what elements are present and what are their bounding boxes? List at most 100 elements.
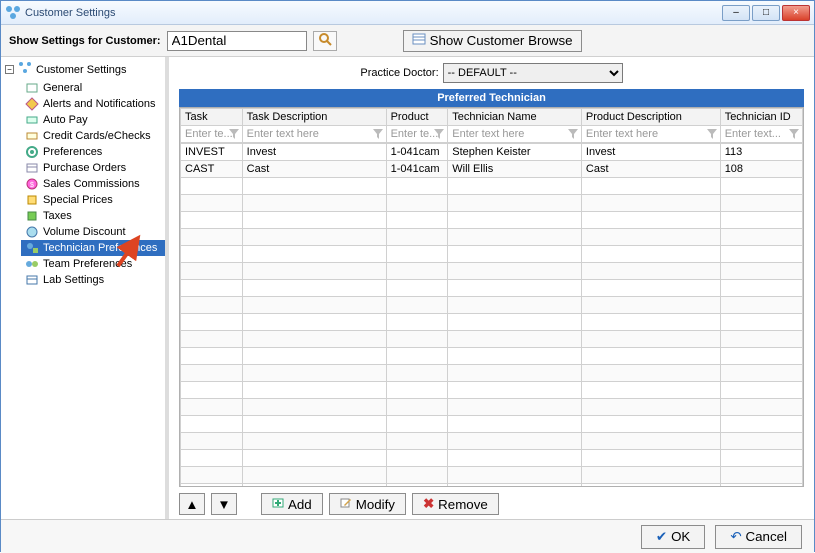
sidebar-item-icon [25,225,39,239]
column-header[interactable]: Task Description [242,109,386,126]
grid-button-row: ▲ ▼ Add Modify ✖ Remove [179,493,804,515]
sidebar-item-label: Credit Cards/eChecks [43,130,151,142]
sidebar-item-label: Taxes [43,210,72,222]
filter-icon[interactable] [706,128,718,140]
grid-header: TaskTask DescriptionProductTechnician Na… [180,108,803,143]
sidebar-item-icon [25,273,39,287]
sidebar-item-label: Technician Preferences [43,242,157,254]
table-cell: 108 [720,161,802,178]
svg-text:$: $ [30,182,34,189]
modify-label: Modify [356,497,395,512]
sidebar-item-volume-discount[interactable]: Volume Discount [21,224,165,240]
browse-label: Show Customer Browse [430,33,573,48]
modify-button[interactable]: Modify [329,493,406,515]
sidebar-item-special-prices[interactable]: Special Prices [21,192,165,208]
filter-placeholder: Enter te... [185,128,233,140]
table-cell: Invest [581,144,720,161]
column-header[interactable]: Task [181,109,243,126]
filter-icon[interactable] [567,128,579,140]
filter-placeholder: Enter text here [452,128,524,140]
filter-cell[interactable]: Enter text... [720,126,802,143]
sidebar-item-label: Purchase Orders [43,162,126,174]
filter-cell[interactable]: Enter text here [242,126,386,143]
maximize-button[interactable]: □ [752,5,780,21]
table-row[interactable]: CASTCast1-041camWill EllisCast108 [181,161,803,178]
table-row-empty [181,229,803,246]
sidebar-item-taxes[interactable]: Taxes [21,208,165,224]
grid-filter-row: Enter te...Enter text hereEnter te...Ent… [181,126,803,143]
cancel-label: Cancel [746,529,788,544]
tree-root[interactable]: − Customer Settings [1,59,165,80]
move-down-button[interactable]: ▼ [211,493,237,515]
filter-icon[interactable] [788,128,800,140]
close-button[interactable]: × [782,5,810,21]
practice-doctor-select[interactable]: -- DEFAULT -- [443,63,623,83]
column-header[interactable]: Technician ID [720,109,802,126]
filter-cell[interactable]: Enter text here [448,126,582,143]
table-row-empty [181,399,803,416]
sidebar-item-technician-preferences[interactable]: Technician Preferences [21,240,165,256]
sidebar-item-preferences[interactable]: Preferences [21,144,165,160]
sidebar-item-label: Sales Commissions [43,178,140,190]
sidebar-item-icon [25,129,39,143]
filter-cell[interactable]: Enter te... [386,126,448,143]
tree-root-icon [18,61,32,78]
remove-icon: ✖ [423,496,434,512]
table-cell: CAST [181,161,243,178]
sidebar-item-icon [25,81,39,95]
sidebar-item-credit-cards-echecks[interactable]: Credit Cards/eChecks [21,128,165,144]
sidebar-item-icon [25,113,39,127]
sidebar-item-icon [25,257,39,271]
filter-placeholder: Enter text... [725,128,781,140]
filter-icon[interactable] [228,128,240,140]
show-customer-browse-button[interactable]: Show Customer Browse [403,30,582,52]
tree-toggle-icon[interactable]: − [5,65,14,74]
customer-search-button[interactable] [313,31,337,51]
table-cell: Cast [242,161,386,178]
sidebar-item-lab-settings[interactable]: Lab Settings [21,272,165,288]
grid-body[interactable]: INVESTInvest1-041camStephen KeisterInves… [180,143,803,486]
sidebar-item-icon [25,145,39,159]
window-title: Customer Settings [25,7,722,19]
practice-doctor-row: Practice Doctor: -- DEFAULT -- [179,63,804,83]
ok-button[interactable]: ✔ OK [641,525,705,549]
filter-icon[interactable] [372,128,384,140]
tree-children: GeneralAlerts and NotificationsAuto Pay C… [1,80,165,288]
filter-placeholder: Enter text here [586,128,658,140]
check-icon: ✔ [656,529,667,545]
sidebar-item-general[interactable]: General [21,80,165,96]
filter-icon[interactable] [433,128,445,140]
sidebar-item-alerts-and-notifications[interactable]: Alerts and Notifications [21,96,165,112]
sidebar-item-icon [25,97,39,111]
column-header[interactable]: Product [386,109,448,126]
minimize-button[interactable]: – [722,5,750,21]
add-button[interactable]: Add [261,493,323,515]
customer-label: Show Settings for Customer: [9,35,161,47]
table-row[interactable]: INVESTInvest1-041camStephen KeisterInves… [181,144,803,161]
table-cell: INVEST [181,144,243,161]
down-icon: ▼ [217,497,230,512]
remove-button[interactable]: ✖ Remove [412,493,499,515]
table-cell: Invest [242,144,386,161]
sidebar-item-auto-pay[interactable]: Auto Pay [21,112,165,128]
table-row-empty [181,331,803,348]
column-header[interactable]: Product Description [581,109,720,126]
sidebar: − Customer Settings GeneralAlerts and No… [1,57,169,519]
up-icon: ▲ [185,497,198,512]
sidebar-item-icon: $ [25,177,39,191]
move-up-button[interactable]: ▲ [179,493,205,515]
filter-cell[interactable]: Enter text here [581,126,720,143]
sidebar-item-team-preferences[interactable]: Team Preferences [21,256,165,272]
column-header[interactable]: Technician Name [448,109,582,126]
table-row-empty [181,280,803,297]
sidebar-item-purchase-orders[interactable]: Purchase Orders [21,160,165,176]
modify-icon [340,497,352,512]
sidebar-item-sales-commissions[interactable]: $ Sales Commissions [21,176,165,192]
customer-input[interactable] [167,31,307,51]
cancel-button[interactable]: ↶ Cancel [715,525,802,549]
sidebar-item-icon [25,161,39,175]
sidebar-item-label: Lab Settings [43,274,104,286]
grid-header-row: TaskTask DescriptionProductTechnician Na… [181,109,803,126]
table-row-empty [181,450,803,467]
filter-cell[interactable]: Enter te... [181,126,243,143]
